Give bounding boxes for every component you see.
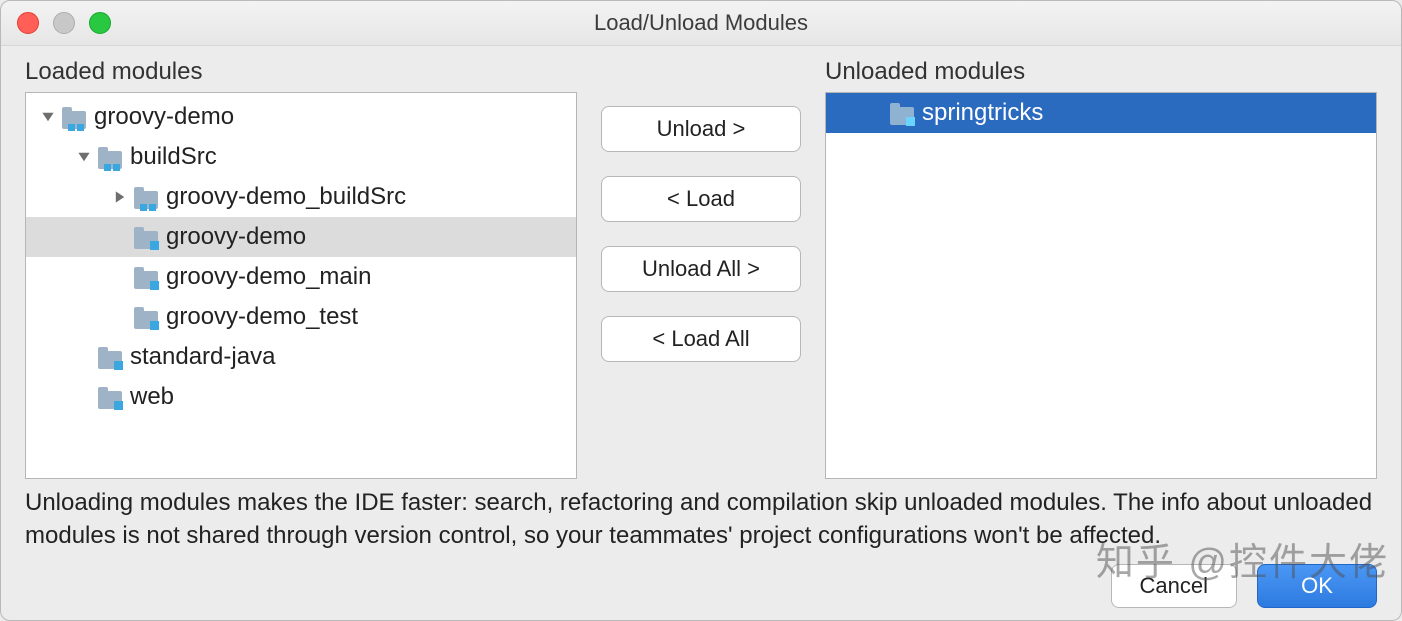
chevron-right-icon[interactable] xyxy=(112,189,128,205)
module-icon xyxy=(890,101,914,125)
window-close-button[interactable] xyxy=(17,12,39,34)
window-zoom-button[interactable] xyxy=(89,12,111,34)
load-all-button[interactable]: < Load All xyxy=(601,316,801,362)
window-title: Load/Unload Modules xyxy=(1,10,1401,36)
unloaded-modules-panel: Unloaded modules springtricks xyxy=(825,58,1377,479)
chevron-down-icon[interactable] xyxy=(76,149,92,165)
loaded-modules-panel: Loaded modules groovy-demo buildSrc groo… xyxy=(25,58,577,479)
module-icon xyxy=(134,265,158,289)
module-icon xyxy=(134,185,158,209)
module-icon xyxy=(98,385,122,409)
tree-item-label: web xyxy=(130,383,174,411)
window-minimize-button[interactable] xyxy=(53,12,75,34)
tree-item-label: groovy-demo xyxy=(166,223,306,251)
tree-item[interactable]: groovy-demo_main xyxy=(26,257,576,297)
module-icon xyxy=(134,305,158,329)
titlebar: Load/Unload Modules xyxy=(1,1,1401,46)
module-icon xyxy=(134,225,158,249)
module-icon xyxy=(98,345,122,369)
tree-item[interactable]: groovy-demo xyxy=(26,217,576,257)
tree-item[interactable]: standard-java xyxy=(26,337,576,377)
tree-item[interactable]: groovy-demo_test xyxy=(26,297,576,337)
loaded-modules-tree[interactable]: groovy-demo buildSrc groovy-demo_buildSr… xyxy=(25,92,577,479)
loaded-modules-label: Loaded modules xyxy=(25,58,577,86)
tree-item[interactable]: springtricks xyxy=(826,93,1376,133)
description-text: Unloading modules makes the IDE faster: … xyxy=(25,487,1377,552)
tree-item[interactable]: web xyxy=(26,377,576,417)
transfer-buttons: Unload > < Load Unload All > < Load All xyxy=(601,58,801,479)
chevron-down-icon[interactable] xyxy=(40,109,56,125)
unloaded-modules-tree[interactable]: springtricks xyxy=(825,92,1377,479)
cancel-button[interactable]: Cancel xyxy=(1111,564,1237,608)
unload-all-button[interactable]: Unload All > xyxy=(601,246,801,292)
tree-item[interactable]: buildSrc xyxy=(26,137,576,177)
tree-item-label: groovy-demo_main xyxy=(166,263,371,291)
unloaded-modules-label: Unloaded modules xyxy=(825,58,1377,86)
ok-button[interactable]: OK xyxy=(1257,564,1377,608)
tree-item-label: buildSrc xyxy=(130,143,217,171)
tree-item-label: groovy-demo_test xyxy=(166,303,358,331)
tree-item-label: standard-java xyxy=(130,343,275,371)
dialog-buttons: Cancel OK xyxy=(25,552,1377,608)
tree-item-label: groovy-demo_buildSrc xyxy=(166,183,406,211)
tree-item-label: groovy-demo xyxy=(94,103,234,131)
unload-button[interactable]: Unload > xyxy=(601,106,801,152)
tree-item[interactable]: groovy-demo xyxy=(26,97,576,137)
tree-item-label: springtricks xyxy=(922,99,1043,127)
module-icon xyxy=(62,105,86,129)
tree-item[interactable]: groovy-demo_buildSrc xyxy=(26,177,576,217)
module-icon xyxy=(98,145,122,169)
load-button[interactable]: < Load xyxy=(601,176,801,222)
